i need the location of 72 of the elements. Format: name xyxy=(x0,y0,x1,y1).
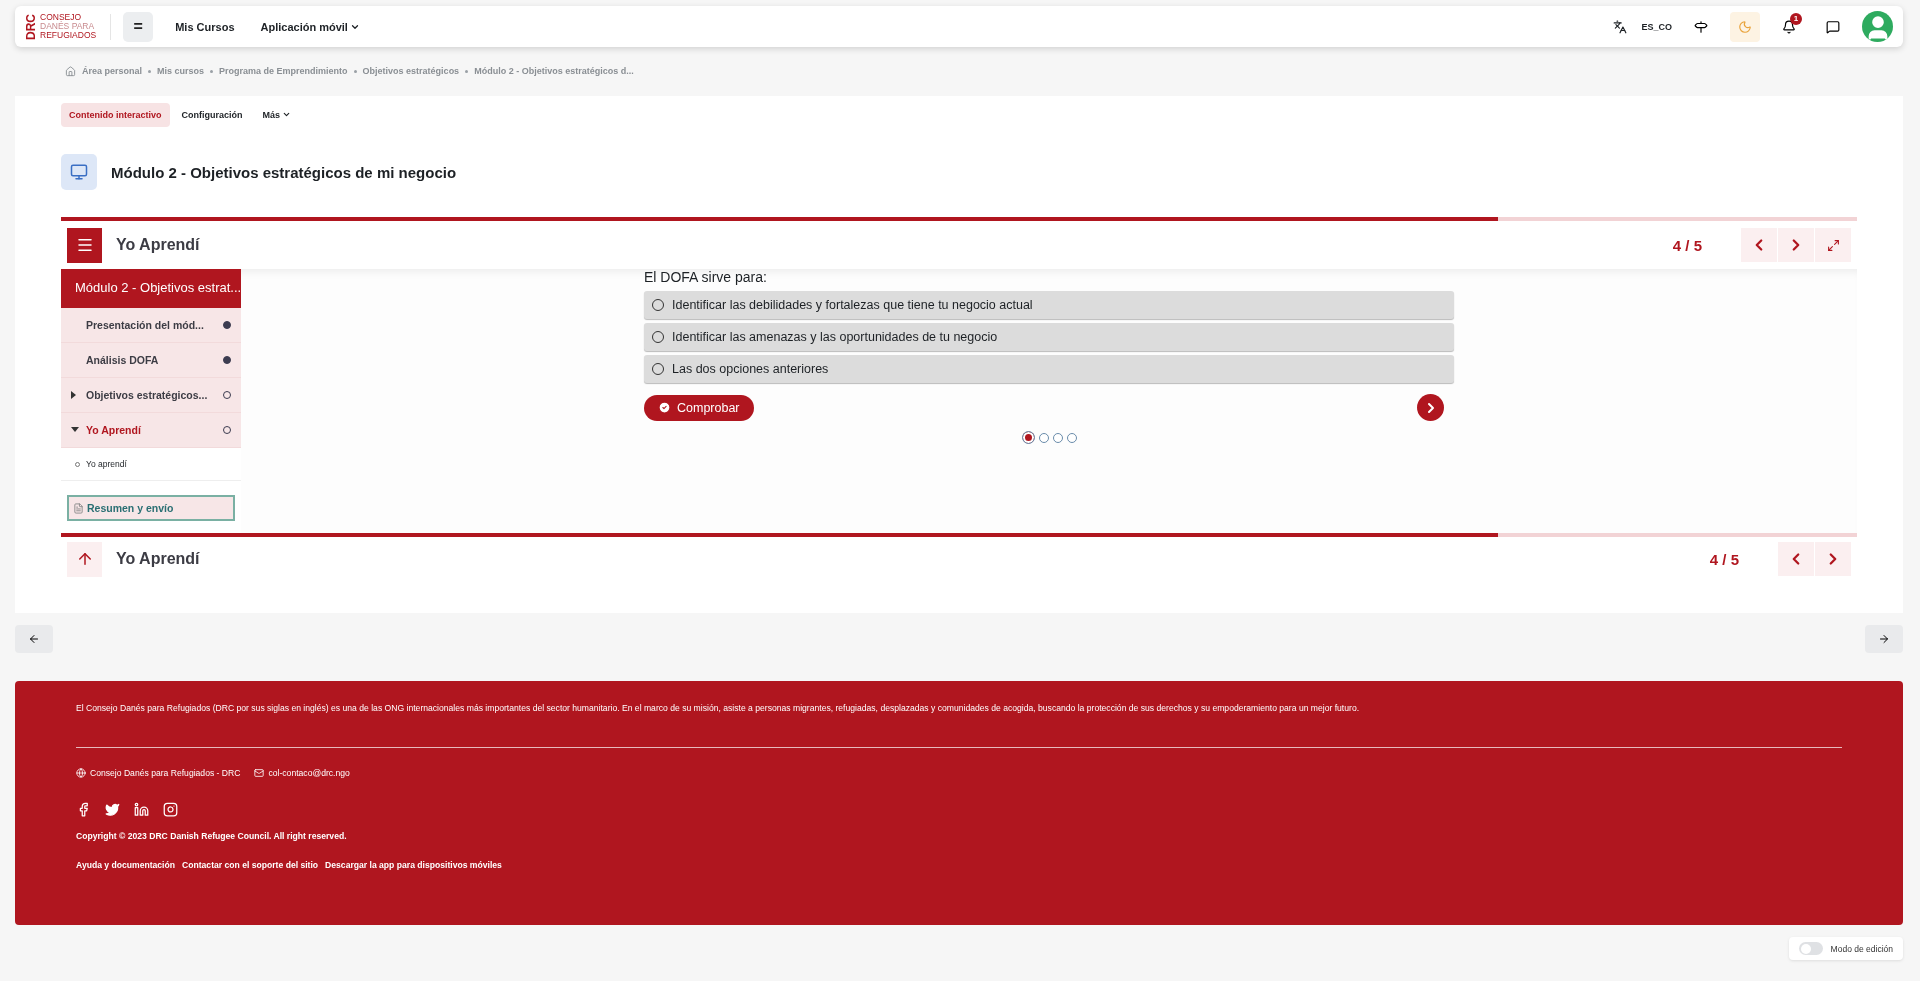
edit-mode-label: Modo de edición xyxy=(1830,943,1893,954)
check-icon xyxy=(658,401,671,414)
instagram-icon[interactable] xyxy=(163,802,178,818)
monitor-icon xyxy=(61,154,97,190)
sidebar-subitem[interactable]: Yo aprendí xyxy=(61,448,241,481)
footer-link[interactable]: Contactar con el soporte del sitio xyxy=(182,860,319,871)
sidebar-item[interactable]: Objetivos estratégicos... xyxy=(61,378,241,413)
check-button[interactable]: Comprobar xyxy=(644,394,754,421)
chat-icon xyxy=(1826,19,1840,34)
tab[interactable]: Contenido interactivo xyxy=(61,102,170,127)
sidebar-item[interactable]: Yo Aprendí xyxy=(61,413,241,448)
tab[interactable]: Configuración xyxy=(173,102,251,127)
about-text: El Consejo Danés para Refugiados (DRC por sus siglas en inglés) es una de las ONG internacionales más importantes del sector humanitario. En el marco de su misión, asiste a personas migrantes, refugiadas, desplazadas y comunidades de acogida, buscando la protección de sus derechos y su empoderamiento para un mejor futuro. xyxy=(76,703,1361,715)
sidebar-item[interactable]: Análisis DOFA xyxy=(61,343,241,378)
previous-page-button[interactable] xyxy=(15,625,53,653)
globe-icon xyxy=(76,768,86,779)
caret-icon xyxy=(282,110,292,119)
notification-count: 1 xyxy=(1790,12,1802,25)
next-question-button[interactable] xyxy=(1417,394,1444,421)
breadcrumb-separator xyxy=(210,69,214,73)
contact-link[interactable]: Consejo Danés para Refugiados - DRC xyxy=(76,768,241,779)
nav-link[interactable]: Aplicación móvil xyxy=(256,16,364,37)
user-avatar[interactable] xyxy=(1862,11,1893,42)
sidebar-heading: Módulo 2 - Objetivos estrat... xyxy=(61,269,241,308)
copyright-text: Copyright © 2023 DRC Danish Refugee Council. All right reserved. xyxy=(76,831,348,842)
next-page-button[interactable] xyxy=(1865,625,1903,653)
breadcrumb-separator xyxy=(148,69,152,73)
pagination-dot[interactable] xyxy=(1066,432,1077,443)
menu-button[interactable]: = xyxy=(123,11,154,42)
nav-link[interactable]: Mis Cursos xyxy=(171,16,239,37)
pagination-dot[interactable] xyxy=(1038,432,1049,443)
edit-mode-switch[interactable] xyxy=(1798,942,1823,955)
next-button[interactable] xyxy=(1815,542,1851,576)
twitter-icon[interactable] xyxy=(105,802,120,818)
mail-icon xyxy=(254,768,265,779)
answer-option[interactable]: Las dos opciones anteriores xyxy=(644,355,1454,383)
footer-link[interactable]: Ayuda y documentación xyxy=(76,860,175,871)
home-icon[interactable] xyxy=(65,65,76,77)
expand-icon xyxy=(1826,238,1840,252)
arrow-left-icon xyxy=(28,633,40,645)
scroll-up-button[interactable] xyxy=(67,541,102,577)
bell-icon xyxy=(1782,19,1796,34)
activity-title: Yo Aprendí xyxy=(116,550,200,568)
page-counter: 4 / 5 xyxy=(1672,236,1702,254)
breadcrumb-separator xyxy=(465,69,469,73)
page-title: Módulo 2 - Objetivos estratégicos de mi negocio xyxy=(111,163,457,181)
menu-icon xyxy=(75,236,94,254)
pagination-dot[interactable] xyxy=(1052,432,1063,443)
moon-icon xyxy=(1738,19,1752,34)
footer-link[interactable]: Descargar la app para dispositivos móviles xyxy=(325,860,502,871)
arrow-right-icon xyxy=(1878,633,1890,645)
document-icon xyxy=(73,502,84,514)
tab[interactable]: Más xyxy=(254,102,300,127)
previous-button[interactable] xyxy=(1778,542,1814,576)
linkedin-icon[interactable] xyxy=(134,802,149,818)
language-selector[interactable]: ES_CO xyxy=(1641,21,1672,32)
contact-link[interactable]: col-contaco@drc.ngo xyxy=(254,768,350,779)
activity-title: Yo Aprendí xyxy=(116,236,200,254)
menu-button[interactable] xyxy=(67,227,102,263)
sidebar-item[interactable]: Presentación del mód... xyxy=(61,308,241,343)
question-text: El DOFA sirve para: xyxy=(644,269,768,285)
next-button[interactable] xyxy=(1778,228,1814,262)
pagination-dot[interactable] xyxy=(1021,431,1035,444)
answer-option[interactable]: Identificar las debilidades y fortalezas que tiene tu negocio actual xyxy=(644,291,1454,319)
notifications-button[interactable]: 1 xyxy=(1774,11,1804,42)
page-counter: 4 / 5 xyxy=(1709,550,1739,568)
breadcrumb-separator xyxy=(353,69,357,73)
signpost-icon xyxy=(1694,19,1708,34)
summary-button[interactable]: Resumen y envío xyxy=(67,495,235,521)
translate-icon[interactable] xyxy=(1613,19,1628,34)
answer-option[interactable]: Identificar las amenazas y las oportunidades de tu negocio xyxy=(644,323,1454,351)
previous-button[interactable] xyxy=(1741,228,1777,262)
